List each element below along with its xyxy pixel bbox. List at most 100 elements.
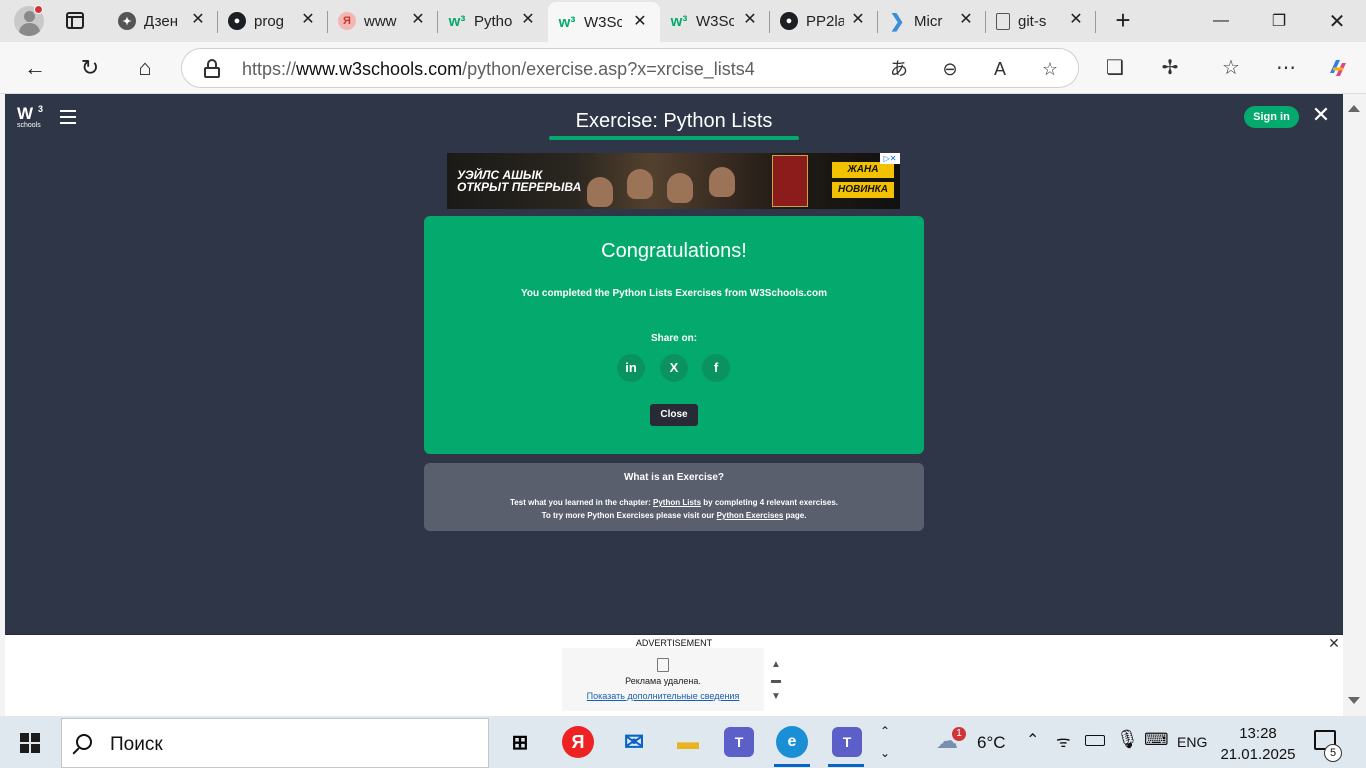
taskbar-search-input[interactable]: Поиск [61, 718, 489, 768]
refresh-icon[interactable]: ↻ [76, 54, 104, 82]
bottom-advertisement: ADVERTISEMENT Реклама удалена. Показать … [5, 635, 1343, 716]
mail-icon[interactable]: ✉ [616, 724, 652, 760]
microphone-icon[interactable]: 🎙 [1116, 729, 1139, 750]
ad-badge: НОВИНКА [832, 182, 894, 198]
wifi-icon[interactable]: ᯤ [1056, 730, 1071, 752]
tab-microsoft[interactable]: ❯ Micr ✕ [878, 0, 986, 42]
tab-label: Дзен [144, 12, 178, 30]
tab-close-icon[interactable]: ✕ [190, 12, 206, 28]
info-line-1: Test what you learned in the chapter: Py… [510, 498, 838, 507]
tab-actions-icon[interactable] [62, 8, 88, 34]
tab-w3schools-active[interactable]: w³ W3Sc ✕ [548, 2, 660, 42]
weather-temp[interactable]: 6°C [977, 733, 1006, 753]
congrats-message: You completed the Python Lists Exercises… [521, 288, 827, 299]
tab-close-icon[interactable]: ✕ [520, 12, 536, 28]
teams-active-indicator [828, 764, 864, 767]
tab-close-icon[interactable]: ✕ [300, 12, 316, 28]
battery-icon[interactable] [1085, 735, 1105, 746]
favorites-icon[interactable]: ☆ [1218, 55, 1244, 81]
translate-icon[interactable]: あ [888, 58, 910, 80]
file-explorer-icon[interactable]: ▬ [670, 724, 706, 760]
tab-close-icon[interactable]: ✕ [410, 12, 426, 28]
tab-label: W3Sc [696, 12, 734, 30]
home-icon[interactable]: ⌂ [131, 54, 159, 82]
ad-badge: ЖАНА [832, 162, 894, 178]
copilot-icon[interactable] [1325, 55, 1351, 81]
menu-hamburger-icon[interactable] [60, 110, 76, 124]
ad-more-info-link[interactable]: Показать дополнительные сведения [562, 691, 764, 701]
teams-classic-icon[interactable]: T [832, 727, 862, 757]
page-scrollbar[interactable] [1343, 94, 1366, 716]
facebook-share-icon[interactable]: f [702, 354, 730, 382]
tab-strip: ✦ Дзен ✕ ● prog ✕ Я www ✕ w³ Pytho ✕ w³ … [0, 0, 1366, 42]
date: 21.01.2025 [1220, 746, 1296, 763]
w3schools-icon: w³ [558, 13, 576, 31]
ad-scroll-controls[interactable]: ▲ ▬ ▼ [769, 657, 783, 707]
tab-dzen[interactable]: ✦ Дзен ✕ [108, 0, 218, 42]
back-arrow-icon[interactable]: ← [21, 54, 49, 82]
tab-close-icon[interactable]: ✕ [958, 12, 974, 28]
scroll-up-icon[interactable] [1348, 105, 1360, 112]
linkedin-share-icon[interactable]: in [617, 354, 645, 382]
profile-status-dot [34, 5, 43, 14]
search-placeholder: Поиск [110, 734, 163, 755]
ad-close-icon[interactable]: ✕ [1327, 636, 1341, 650]
share-label: Share on: [650, 333, 698, 344]
new-tab-plus-icon[interactable]: + [1110, 7, 1136, 34]
tab-yandex[interactable]: Я www ✕ [328, 0, 438, 42]
w3schools-icon: w³ [448, 12, 466, 30]
collections-icon[interactable]: ❏ [1102, 55, 1128, 81]
restore-icon[interactable]: ❐ [1250, 0, 1308, 42]
tab-close-icon[interactable]: ✕ [1068, 12, 1084, 28]
close-exercise-icon[interactable]: ✕ [1311, 104, 1331, 128]
lock-icon[interactable] [204, 59, 220, 78]
page-title: Exercise: Python Lists [575, 110, 773, 132]
address-bar: ← ↻ ⌂ https://www.w3schools.com/python/e… [0, 42, 1366, 94]
language-indicator[interactable]: ENG [1177, 734, 1207, 750]
tab-label: Pytho [474, 12, 512, 30]
minimize-icon[interactable]: — [1192, 0, 1250, 42]
extensions-icon[interactable]: ✢ [1157, 55, 1183, 81]
edge-icon[interactable]: e [776, 726, 808, 758]
yandex-browser-icon[interactable]: Я [562, 726, 594, 758]
w3schools-logo[interactable]: W 3 schools [17, 104, 47, 132]
ad-removed-box: Реклама удалена. Показать дополнительные… [562, 648, 764, 711]
tab-python[interactable]: w³ Pytho ✕ [438, 0, 548, 42]
taskbar-overflow-icon[interactable]: ⌃ ⌄ [880, 720, 890, 764]
url-text[interactable]: https://www.w3schools.com/python/exercis… [242, 59, 755, 80]
scroll-down-icon[interactable] [1348, 697, 1360, 704]
tab-w3schools[interactable]: w³ W3Sc ✕ [660, 0, 770, 42]
ad-banner[interactable]: УЭЙЛС АШЫК ОТКРЫТ ПЕРЕРЫВА ЖАНА НОВИНКА … [447, 153, 900, 209]
python-exercises-link[interactable]: Python Exercises [717, 511, 784, 520]
tab-close-icon[interactable]: ✕ [850, 12, 866, 28]
x-share-icon[interactable]: X [660, 354, 688, 382]
close-button[interactable]: Close [650, 404, 698, 426]
advertisement-label: ADVERTISEMENT [635, 638, 713, 648]
read-aloud-icon[interactable]: A [989, 58, 1011, 80]
tab-label: W3Sc [584, 13, 622, 31]
clock[interactable]: 13:28 21.01.2025 [1218, 723, 1298, 765]
tab-close-icon[interactable]: ✕ [742, 12, 758, 28]
document-icon [996, 12, 1010, 30]
show-hidden-icons-icon[interactable]: ⌃ [1026, 730, 1039, 750]
windows-start-icon[interactable] [20, 733, 40, 753]
zoom-icon[interactable]: ⊖ [939, 58, 961, 80]
tab-close-icon[interactable]: ✕ [632, 14, 648, 30]
teams-icon[interactable]: T [724, 727, 754, 757]
ad-choices-icon[interactable]: ▷✕ [880, 153, 900, 164]
favorite-star-icon[interactable]: ☆ [1039, 58, 1061, 80]
close-window-icon[interactable]: ✕ [1308, 0, 1366, 42]
tab-github-pp2[interactable]: ● PP2la ✕ [770, 0, 878, 42]
time: 13:28 [1239, 725, 1277, 742]
title-underline [549, 136, 799, 140]
network-icon[interactable]: ⌨ [1144, 730, 1169, 750]
python-lists-link[interactable]: Python Lists [653, 498, 701, 507]
info-line-2: To try more Python Exercises please visi… [541, 511, 807, 520]
tab-git[interactable]: git-s ✕ [986, 0, 1096, 42]
task-view-icon[interactable]: ⊞ [502, 724, 538, 760]
tab-github-prog[interactable]: ● prog ✕ [218, 0, 328, 42]
sign-in-button[interactable]: Sign in [1244, 106, 1299, 128]
url-field[interactable]: https://www.w3schools.com/python/exercis… [181, 48, 1079, 88]
tab-label: git-s [1018, 12, 1047, 30]
more-menu-icon[interactable]: ⋯ [1273, 55, 1299, 81]
